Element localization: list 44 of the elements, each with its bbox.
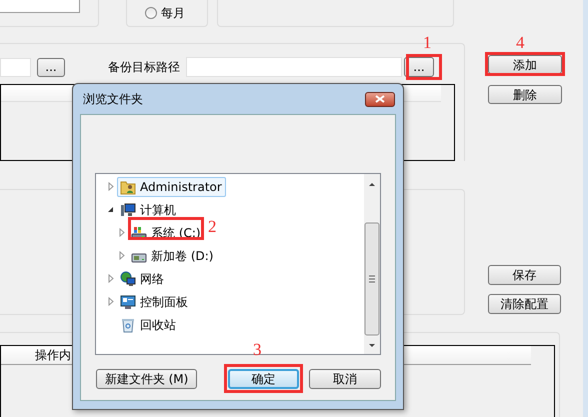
tree-item-label: 回收站 — [140, 316, 176, 334]
step-number: 4 — [516, 34, 524, 52]
tree-item[interactable]: 回收站 — [117, 314, 180, 334]
tree-item[interactable]: 控制面板 — [117, 292, 192, 312]
tree-item-label: 网络 — [140, 270, 164, 288]
dialog-button[interactable]: 确定 — [228, 369, 299, 389]
field-label: 备份目标路径 — [108, 59, 180, 76]
dialog-button[interactable]: 取消 — [308, 369, 381, 389]
dialog-title: 浏览文件夹 — [83, 91, 143, 108]
browse-button[interactable]: ... — [37, 58, 65, 76]
control-panel-icon — [120, 294, 136, 310]
delete-button[interactable]: 删除 — [488, 85, 562, 104]
text-field[interactable] — [0, 0, 80, 13]
expand-arrow-icon[interactable] — [108, 297, 114, 306]
tree-item-label: 新加卷 (D:) — [151, 248, 214, 264]
tree-item-label: 计算机 — [140, 202, 176, 218]
save-button[interactable]: 保存 — [488, 265, 561, 285]
highlight-frame — [406, 54, 442, 80]
close-icon — [375, 95, 385, 103]
network-icon — [120, 270, 136, 286]
tree-item[interactable]: 计算机 — [117, 200, 180, 220]
radio-option[interactable]: 每月 — [145, 4, 185, 22]
expand-arrow-icon[interactable] — [118, 228, 124, 237]
tree-item-label: 控制面板 — [140, 294, 188, 310]
expand-arrow-icon[interactable] — [118, 251, 124, 260]
path-field[interactable] — [186, 57, 402, 77]
recycle-bin-icon — [120, 316, 136, 332]
close-button[interactable] — [365, 92, 395, 106]
scrollbar[interactable] — [364, 174, 380, 354]
step-number: 2 — [208, 218, 216, 236]
expand-arrow-icon[interactable] — [108, 274, 114, 283]
add-button[interactable]: 添加 — [488, 55, 562, 74]
dialog-button[interactable]: 新建文件夹 (M) — [96, 369, 198, 389]
tree-item[interactable]: Administrator — [117, 176, 226, 196]
tree-item[interactable]: 新加卷 (D:) — [128, 246, 218, 266]
browse-button[interactable]: ... — [404, 57, 434, 77]
user-folder-icon — [120, 178, 136, 194]
clear-config-button[interactable]: 清除配置 — [488, 294, 561, 314]
step-number: 1 — [423, 34, 432, 52]
tree-item-label: Administrator — [140, 178, 222, 196]
computer-icon — [120, 202, 136, 218]
collapse-arrow-icon[interactable] — [107, 206, 114, 213]
expand-arrow-icon[interactable] — [108, 182, 114, 191]
tree-item[interactable]: 网络 — [117, 268, 168, 288]
